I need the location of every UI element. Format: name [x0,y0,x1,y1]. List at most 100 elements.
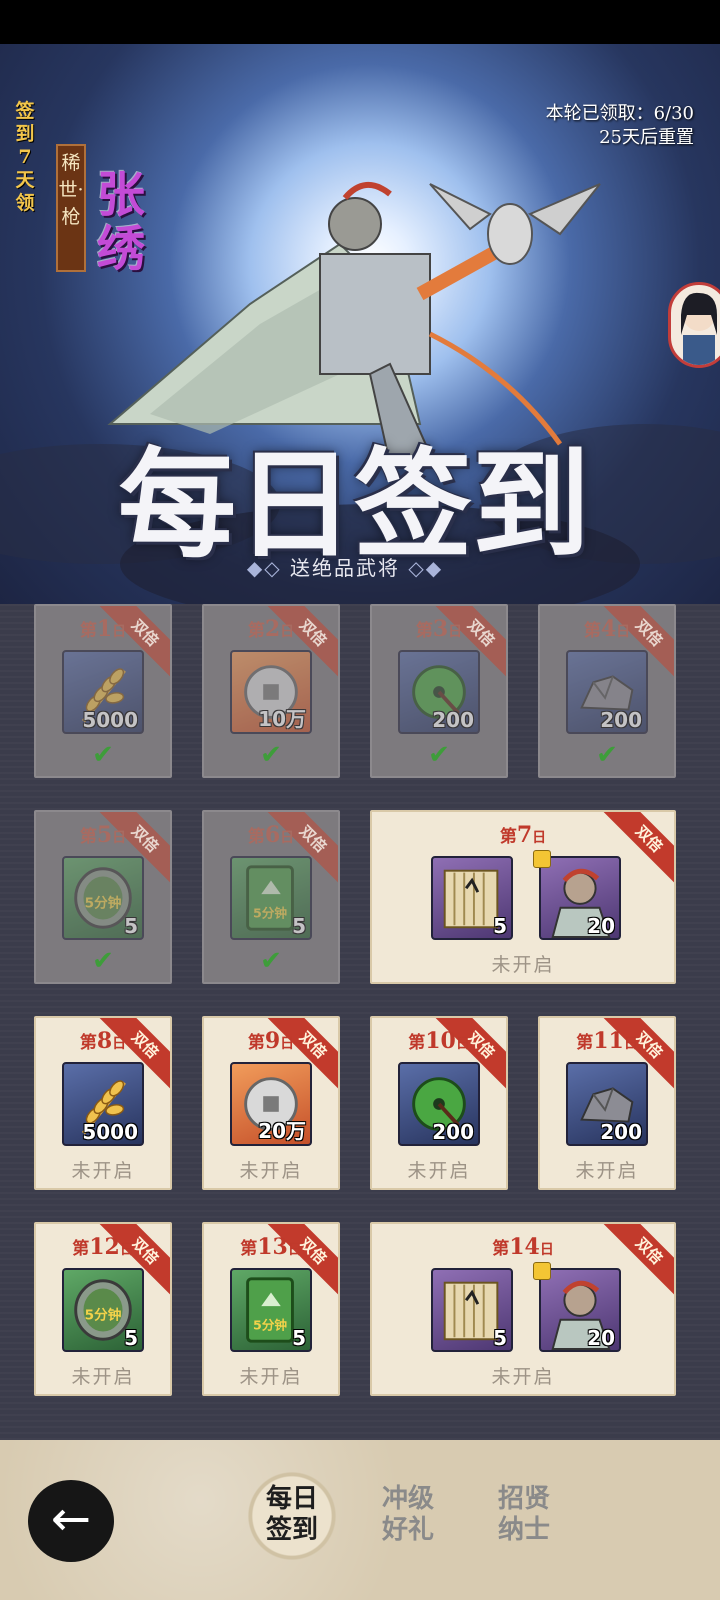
reward-quantity: 200 [432,708,474,732]
reward-item[interactable]: 5000 [62,1062,144,1146]
day-label: 第10日 [372,1028,506,1054]
character-portrait-icon [681,292,717,365]
day-label-prefix: 第 [583,621,601,641]
day-label-prefix: 第 [247,1033,265,1053]
claimed-check-icon: ✔ [260,740,282,770]
day-reward-card-9[interactable]: 双倍 第9日 20万 未开启 [202,1016,340,1190]
day-label-suffix: 日 [532,830,547,846]
day-label-num: 7 [516,822,533,848]
reward-item[interactable]: 20万 [230,1062,312,1146]
day-label: 第9日 [204,1028,338,1054]
day-reward-card-10[interactable]: 双倍 第10日 200 未开启 [370,1016,508,1190]
daily-reward-grid: 双倍 第1日 5000 ✔ 双倍 第2日 10万 ✔ 双倍 第3日 200 ✔ 双倍 第4日 200 ✔ 双倍第… [0,604,720,1440]
reward-quantity: 5000 [82,1120,138,1144]
day-reward-card-14[interactable]: 双倍 第14日 5 20 未开启 [370,1222,676,1396]
reward-item[interactable]: 200 [398,650,480,734]
day-label: 第8日 [36,1028,170,1054]
tab-label-line1: 每日 [265,1484,318,1514]
day-label-num: 13 [257,1234,288,1260]
reward-quantity: 200 [600,1120,642,1144]
hero-rarity-tag: 稀世·枪 [56,144,86,272]
status-bar [0,0,720,44]
claimed-check-icon: ✔ [596,740,618,770]
day-label-suffix: 日 [280,830,295,846]
day-label-prefix: 第 [247,621,265,641]
reward-item[interactable]: 200 [398,1062,480,1146]
tab-level-up-gifts[interactable]: 冲级 好礼 [362,1470,454,1562]
day-label-num: 5 [96,822,113,848]
claim-progress-count: 本轮已领取：6/30 [545,103,694,124]
day-reward-card-2[interactable]: 双倍 第2日 10万 ✔ [202,604,340,778]
day-reward-card-12[interactable]: 双倍 第12日 5分钟 5 未开启 [34,1222,172,1396]
tab-label-line1: 招贤 [497,1484,550,1514]
day-label-suffix: 日 [112,1036,127,1052]
day-label: 第2日 [204,616,338,642]
reward-item[interactable]: 5000 [62,650,144,734]
reward-quantity: 5 [124,914,138,938]
claimed-check-icon: ✔ [92,740,114,770]
tab-recruit-talent[interactable]: 招贤 纳士 [478,1470,570,1562]
reward-item[interactable]: 5分钟 5 [62,856,144,940]
svg-text:5分钟: 5分钟 [85,895,122,912]
day-label-prefix: 第 [72,1239,90,1259]
day-label-suffix: 日 [112,830,127,846]
reward-item[interactable]: 5分钟 5 [230,856,312,940]
day-label: 第5日 [36,822,170,848]
day-reward-card-3[interactable]: 双倍 第3日 200 ✔ [370,604,508,778]
reward-quantity: 20 [587,1326,615,1350]
reward-quantity: 5 [493,1326,507,1350]
day-reward-card-5[interactable]: 双倍 第5日 5分钟 5 ✔ [34,810,172,984]
day-label-num: 12 [89,1234,120,1260]
day-label-suffix: 日 [119,1242,134,1258]
back-button[interactable]: ← [28,1480,114,1562]
day-label-prefix: 第 [79,1033,97,1053]
event-banner: 签到7天领 稀世·枪 张绣 本轮已领取：6/30 25天后重置 每日签到 ◆◇ … [0,44,720,604]
day-label-prefix: 第 [79,621,97,641]
reward-item[interactable]: 20 [539,856,621,940]
day-label: 第7日 [372,822,674,848]
not-open-status: 未开启 [575,1160,639,1182]
day-label-suffix: 日 [280,1036,295,1052]
day-label-suffix: 日 [539,1242,554,1258]
subtitle-text: 送绝品武将 [290,556,400,580]
day-label-num: 11 [593,1028,624,1054]
day-label-prefix: 第 [499,827,517,847]
day-reward-card-7[interactable]: 双倍 第7日 5 20 未开启 [370,810,676,984]
day-reward-card-1[interactable]: 双倍 第1日 5000 ✔ [34,604,172,778]
day-label-prefix: 第 [247,827,265,847]
day-label-prefix: 第 [492,1239,510,1259]
day-label: 第1日 [36,616,170,642]
day-label: 第12日 [36,1234,170,1260]
svg-text:5分钟: 5分钟 [85,1307,122,1324]
day-label: 第14日 [372,1234,674,1260]
reward-item[interactable]: 10万 [230,650,312,734]
svg-text:5分钟: 5分钟 [253,1318,287,1333]
bottom-nav-bar: ← 每日 签到 冲级 好礼 招贤 纳士 [0,1440,720,1600]
reward-item[interactable]: 5 [431,856,513,940]
day-label-suffix: 日 [280,624,295,640]
day-reward-card-13[interactable]: 双倍 第13日 5分钟 5 未开启 [202,1222,340,1396]
reward-item[interactable]: 5分钟 5 [62,1268,144,1352]
back-arrow-icon: ← [50,1491,92,1547]
day-label-num: 4 [600,616,617,642]
tab-daily-sign-in[interactable]: 每日 签到 [246,1470,338,1562]
day-reward-card-6[interactable]: 双倍 第6日 5分钟 5 ✔ [202,810,340,984]
not-open-status: 未开启 [239,1160,303,1182]
reward-quantity: 5 [292,914,306,938]
reset-countdown: 25天后重置 [599,127,694,148]
reward-item[interactable]: 5 [431,1268,513,1352]
day-reward-card-11[interactable]: 双倍 第11日 200 未开启 [538,1016,676,1190]
reward-item[interactable]: 200 [566,650,648,734]
day-reward-card-4[interactable]: 双倍 第4日 200 ✔ [538,604,676,778]
reward-item[interactable]: 200 [566,1062,648,1146]
sign-in-7-days-label: 签到7天领 [15,100,35,214]
day-label-suffix: 日 [616,624,631,640]
not-open-status: 未开启 [491,954,555,976]
reward-item[interactable]: 20 [539,1268,621,1352]
reward-item[interactable]: 5分钟 5 [230,1268,312,1352]
character-avatar-button[interactable] [668,282,720,368]
day-label-num: 1 [96,616,113,642]
day-reward-card-8[interactable]: 双倍 第8日 5000 未开启 [34,1016,172,1190]
reward-quantity: 5 [292,1326,306,1350]
claimed-check-icon: ✔ [92,946,114,976]
